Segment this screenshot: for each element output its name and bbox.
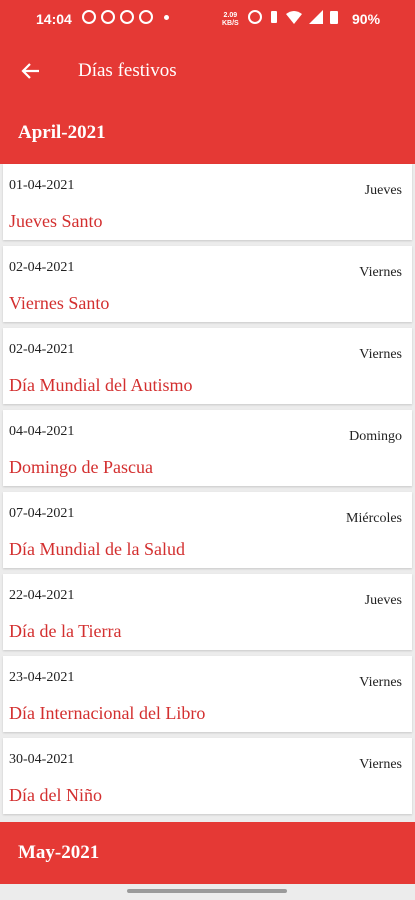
home-gesture-handle[interactable]: [127, 889, 287, 893]
holiday-card[interactable]: 01-04-2021 Jueves Jueves Santo: [3, 164, 412, 240]
vibrate-icon: [271, 11, 277, 23]
holiday-card[interactable]: 22-04-2021 Jueves Día de la Tierra: [3, 574, 412, 650]
holiday-card[interactable]: 07-04-2021 Miércoles Día Mundial de la S…: [3, 492, 412, 568]
holiday-card[interactable]: 02-04-2021 Viernes Viernes Santo: [3, 246, 412, 322]
holiday-name: Día Internacional del Libro: [9, 703, 206, 723]
app-bar: Días festivos: [0, 40, 415, 102]
wifi-icon: [286, 10, 302, 24]
arrow-left-icon: [21, 63, 39, 79]
status-time: 14:04: [36, 11, 72, 27]
network-speed: 2.09 KB/S: [222, 12, 239, 28]
holiday-date: 01-04-2021: [9, 178, 75, 193]
holiday-weekday: Miércoles: [346, 511, 402, 526]
holiday-name: Domingo de Pascua: [9, 457, 153, 477]
holiday-weekday: Viernes: [359, 347, 402, 362]
holiday-weekday: Viernes: [359, 675, 402, 690]
holiday-card[interactable]: 30-04-2021 Viernes Día del Niño: [3, 738, 412, 814]
month-header-april: April-2021: [0, 102, 415, 164]
holiday-name: Viernes Santo: [9, 293, 110, 313]
pinterest-icon: [101, 10, 115, 24]
reddit-icon: [120, 10, 134, 24]
holiday-card[interactable]: 04-04-2021 Domingo Domingo de Pascua: [3, 410, 412, 486]
gesture-navigation-bar: [0, 884, 415, 900]
network-speed-value: 2.09: [223, 12, 238, 19]
battery-icon: [330, 11, 338, 24]
holiday-weekday: Jueves: [364, 593, 402, 608]
holiday-name: Jueves Santo: [9, 211, 103, 231]
whatsapp-icon: [82, 10, 96, 24]
signal-icon: [309, 10, 323, 24]
month-header-may: May-2021: [0, 822, 415, 884]
system-icons: [248, 10, 338, 24]
month-label: April-2021: [18, 122, 106, 143]
holiday-date: 07-04-2021: [9, 506, 75, 521]
holiday-weekday: Jueves: [364, 183, 402, 198]
holiday-name: Día Mundial de la Salud: [9, 539, 185, 559]
holiday-date: 22-04-2021: [9, 588, 75, 603]
holiday-weekday: Viernes: [359, 265, 402, 280]
page-title: Días festivos: [78, 60, 177, 81]
holiday-name: Día de la Tierra: [9, 621, 122, 641]
holiday-list: 01-04-2021 Jueves Jueves Santo 02-04-202…: [3, 164, 412, 820]
holiday-date: 02-04-2021: [9, 260, 75, 275]
month-label: May-2021: [18, 842, 100, 863]
holiday-card[interactable]: 02-04-2021 Viernes Día Mundial del Autis…: [3, 328, 412, 404]
back-button[interactable]: [16, 56, 46, 86]
more-notifications-icon: [164, 14, 169, 20]
holiday-name: Día del Niño: [9, 785, 102, 805]
holiday-weekday: Domingo: [349, 429, 402, 444]
holiday-name: Día Mundial del Autismo: [9, 375, 193, 395]
holiday-date: 23-04-2021: [9, 670, 75, 685]
holiday-date: 02-04-2021: [9, 342, 75, 357]
notification-icons: [82, 10, 169, 24]
holiday-date: 04-04-2021: [9, 424, 75, 439]
battery-level: 90%: [352, 11, 381, 27]
status-bar: 14:04 2.09 KB/S 90%: [0, 0, 415, 40]
network-speed-unit: KB/S: [222, 20, 239, 27]
holiday-date: 30-04-2021: [9, 752, 75, 767]
alarm-icon: [248, 10, 262, 24]
holiday-card[interactable]: 23-04-2021 Viernes Día Internacional del…: [3, 656, 412, 732]
notification-app-icon: [139, 10, 153, 24]
holiday-weekday: Viernes: [359, 757, 402, 772]
